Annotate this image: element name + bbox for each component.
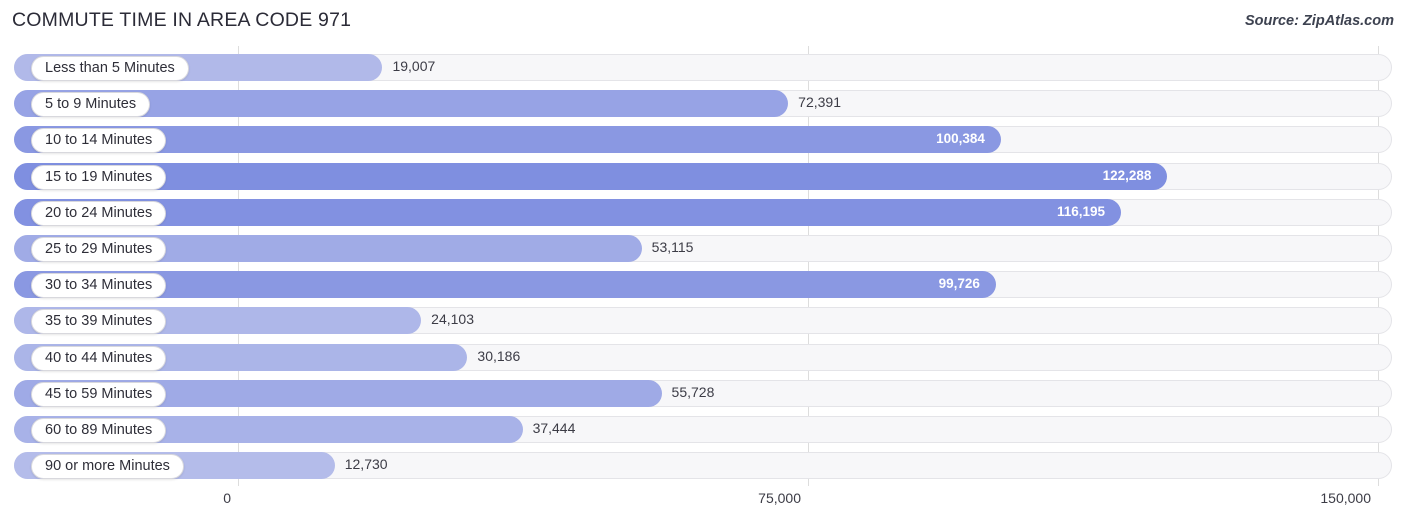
plot-area: 19,007 Less than 5 Minutes 72,391 5 to 9 Mi…: [0, 46, 1406, 486]
axis-tick-label: 75,000: [758, 490, 801, 506]
chart-header: COMMUTE TIME IN AREA CODE 971 Source: Zi…: [0, 0, 1406, 46]
bar-row[interactable]: 24,103 35 to 39 Minutes: [14, 307, 1392, 335]
bar-row[interactable]: 116,195 20 to 24 Minutes: [14, 198, 1392, 226]
category-label-12[interactable]: 90 or more Minutes: [31, 454, 184, 480]
bar-row[interactable]: 53,115 25 to 29 Minutes: [14, 235, 1392, 262]
bar-value-label: 116,195: [1057, 203, 1106, 219]
bar-row[interactable]: 12,730 90 or more Minutes: [14, 452, 1392, 480]
bar-row[interactable]: 122,288 15 to 19 Minutes: [14, 162, 1392, 190]
category-label-6[interactable]: 25 to 29 Minutes: [31, 237, 167, 262]
bar-value-label: 12,730: [344, 456, 388, 473]
bar[interactable]: [14, 198, 1122, 226]
category-label-2[interactable]: 5 to 9 Minutes: [31, 92, 151, 118]
bar-value-label: 72,391: [798, 94, 841, 111]
source-attribution: Source: ZipAtlas.com: [1244, 13, 1394, 29]
bar-value-label: 99,726: [938, 276, 980, 292]
category-label-5[interactable]: 20 to 24 Minutes: [31, 200, 167, 226]
bar-row[interactable]: 19,007 Less than 5 Minutes: [14, 54, 1392, 81]
category-label-8[interactable]: 35 to 39 Minutes: [31, 309, 167, 335]
bar-value-label: 24,103: [431, 311, 474, 328]
category-label-1[interactable]: Less than 5 Minutes: [31, 56, 189, 81]
axis-tick-label: 0: [223, 490, 231, 506]
bar-row[interactable]: 37,444 60 to 89 Minutes: [14, 416, 1392, 443]
bar-value-label: 55,728: [671, 383, 715, 400]
category-label-4[interactable]: 15 to 19 Minutes: [31, 164, 167, 190]
category-label-9[interactable]: 40 to 44 Minutes: [31, 345, 167, 371]
x-axis: 0 75,000 150,000: [0, 486, 1406, 522]
page-title: COMMUTE TIME IN AREA CODE 971: [12, 9, 352, 31]
category-label-7[interactable]: 30 to 34 Minutes: [31, 273, 167, 299]
bar[interactable]: [14, 162, 1168, 190]
bar-value-label: 122,288: [1102, 167, 1152, 183]
bar-value-label: 53,115: [651, 239, 694, 255]
bar-row[interactable]: 72,391 5 to 9 Minutes: [14, 90, 1392, 118]
bar-row[interactable]: 99,726 30 to 34 Minutes: [14, 271, 1392, 299]
bar-rows: 19,007 Less than 5 Minutes 72,391 5 to 9 Mi…: [0, 46, 1406, 486]
bar-value-label: 37,444: [532, 420, 576, 436]
axis-tick-label: 150,000: [1320, 490, 1371, 506]
chart-container: COMMUTE TIME IN AREA CODE 971 Source: Zi…: [0, 0, 1406, 522]
bar-value-label: 100,384: [936, 131, 985, 147]
bar-value-label: 30,186: [477, 347, 521, 364]
category-label-10[interactable]: 45 to 59 Minutes: [31, 381, 167, 407]
category-label-11[interactable]: 60 to 89 Minutes: [31, 418, 167, 443]
bar-row[interactable]: 55,728 45 to 59 Minutes: [14, 379, 1392, 407]
bar-value-label: 19,007: [392, 58, 436, 74]
bar-row[interactable]: 30,186 40 to 44 Minutes: [14, 343, 1392, 371]
bar-row[interactable]: 100,384 10 to 14 Minutes: [14, 126, 1392, 154]
category-label-3[interactable]: 10 to 14 Minutes: [31, 128, 167, 154]
